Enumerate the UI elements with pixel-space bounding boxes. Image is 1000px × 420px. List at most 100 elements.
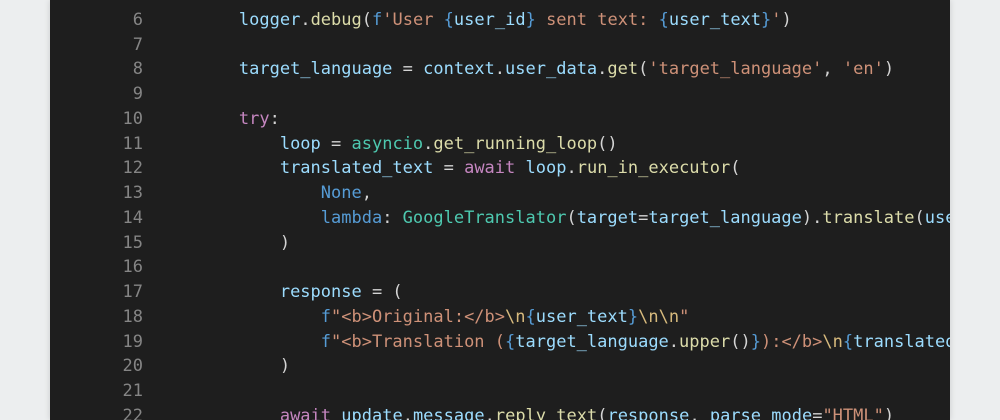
code-token: { [842,331,854,352]
code-token: { [525,306,536,327]
line-number: 13 [122,183,143,203]
code-token: reply_text [494,405,598,420]
code-text[interactable]: response = ( [143,280,403,305]
code-token: = [392,59,424,80]
code-token: target_language [238,59,393,80]
code-line[interactable]: 16 [50,255,950,280]
code-text[interactable] [143,0,157,8]
code-token: } [525,9,536,30]
code-token: GoogleTranslator [402,207,567,228]
code-text[interactable] [143,255,157,280]
code-token: loop [279,133,321,154]
code-text[interactable]: await update.message.reply_text(response… [143,404,894,420]
line-number: 18 [122,306,143,327]
code-text[interactable] [143,33,157,58]
code-text[interactable]: ) [143,231,290,256]
code-text[interactable]: f"<b>Translation ({target_language.upper… [143,330,950,355]
code-token: ) [279,356,291,377]
code-line[interactable]: 17 response = ( [50,280,950,305]
code-token: = [812,405,823,420]
code-line[interactable]: 15 ) [50,231,950,256]
code-token: , [822,59,843,80]
code-token: ):</b> [760,331,823,352]
code-token: ) [781,9,792,30]
code-text[interactable]: lambda: GoogleTranslator(target=target_l… [143,206,950,231]
code-token: target_language [648,207,802,228]
code-token: f [372,9,383,30]
code-text[interactable]: target_language = context.user_data.get(… [143,57,894,82]
code-line[interactable]: 5 [50,0,950,8]
code-line[interactable]: 22 await update.message.reply_text(respo… [50,404,950,420]
line-number: 21 [122,381,143,401]
code-text[interactable]: None, [143,181,372,206]
code-line[interactable]: 6 logger.debug(f'User {user_id} sent tex… [50,8,950,33]
code-token: 'User [382,9,444,30]
code-token: asyncio [351,133,424,154]
code-token: . [494,59,506,80]
code-text[interactable] [143,379,157,404]
code-token: ( [566,207,577,228]
code-editor[interactable]: 56 logger.debug(f'User {user_id} sent te… [50,0,950,420]
code-token: , [361,183,372,203]
code-token: . [402,405,413,420]
code-token: await [279,405,332,420]
code-text[interactable]: f"<b>Original:</b>\n{user_text}\n\n" [143,305,690,330]
code-token: 'target_language' [648,59,823,80]
code-line[interactable]: 7 [50,33,950,58]
code-token: run_in_executor [576,158,731,179]
code-token: = [638,207,649,228]
code-line[interactable]: 12 translated_text = await loop.run_in_e… [50,156,950,181]
code-line[interactable]: 10 try: [50,107,950,132]
code-text[interactable] [143,82,157,107]
line-number: 20 [122,356,143,377]
code-token: , [689,405,710,420]
code-token: \n [822,331,843,352]
code-token: ( [597,405,608,420]
line-number: 22 [122,405,143,420]
code-line[interactable]: 20 ) [50,354,950,379]
code-text[interactable]: loop = asyncio.get_running_loop() [143,132,618,157]
code-token: upper [679,331,731,352]
code-token: . [668,331,680,352]
code-token: sent text: [535,9,659,30]
line-number: 8 [132,59,143,80]
code-token: "<b>Translation ( [331,331,506,352]
code-token: . [300,9,311,30]
code-line[interactable]: 21 [50,379,950,404]
line-number: 11 [122,133,143,154]
code-text[interactable]: translated_text = await loop.run_in_exec… [143,156,741,181]
code-line[interactable]: 11 loop = asyncio.get_running_loop() [50,132,950,157]
code-line[interactable]: 14 lambda: GoogleTranslator(target=targe… [50,206,950,231]
code-line[interactable]: 18 f"<b>Original:</b>\n{user_text}\n\n" [50,305,950,330]
code-token: translate [822,207,915,228]
code-line[interactable]: 19 f"<b>Translation ({target_language.up… [50,330,950,355]
code-text[interactable]: try: [143,107,280,132]
code-token: user_text [668,9,762,30]
code-token: ' [771,9,782,30]
code-token: ( [361,9,372,30]
code-token: response [607,405,690,420]
code-text[interactable]: ) [143,354,290,379]
code-block[interactable]: 56 logger.debug(f'User {user_id} sent te… [50,0,950,420]
code-token: ( [638,59,649,80]
code-line[interactable]: 8 target_language = context.user_data.ge… [50,57,950,82]
code-token: ( [914,207,925,228]
code-line[interactable]: 9 [50,82,950,107]
code-token: ) [279,232,291,253]
code-line[interactable]: 13 None, [50,181,950,206]
code-token: context [423,59,495,80]
code-token: 'en' [842,59,884,80]
code-token: get_running_loop [433,133,598,154]
code-token: ) [883,405,895,420]
code-token: parse_mode [709,405,813,420]
code-token: . [423,133,434,154]
code-token: } [627,306,639,327]
code-text[interactable]: logger.debug(f'User {user_id} sent text:… [143,8,792,33]
code-token: message [412,405,485,420]
